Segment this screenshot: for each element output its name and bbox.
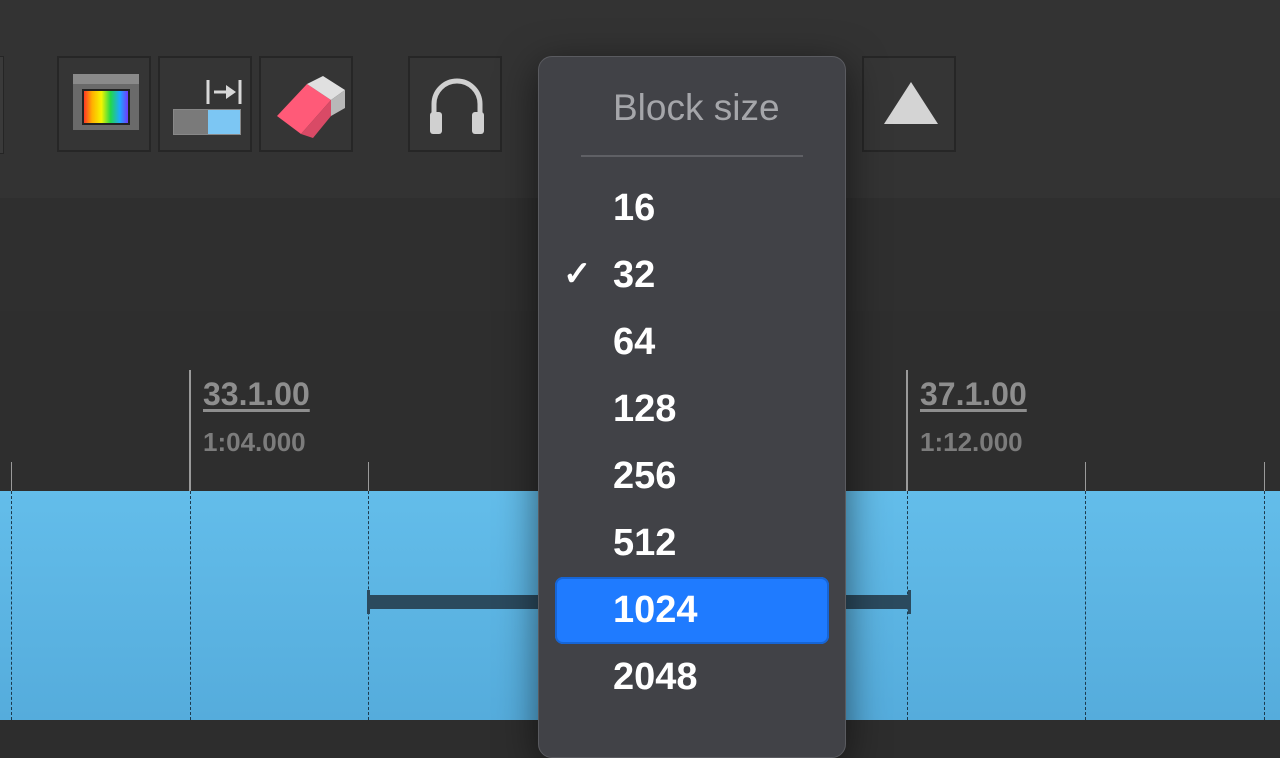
option-label: 512	[613, 522, 677, 564]
block-size-option-16[interactable]: 16	[555, 175, 829, 242]
triangle-button[interactable]	[862, 56, 956, 152]
automation-handle[interactable]	[367, 590, 370, 614]
block-size-dropdown: Block size 16 ✓ 32 64 128 256 512 1024 2…	[538, 56, 846, 758]
bar-position-label: 37.1.00	[920, 376, 1027, 412]
option-label: 2048	[613, 656, 698, 698]
block-size-option-64[interactable]: 64	[555, 309, 829, 376]
time-position-label: 1:04.000	[203, 427, 306, 457]
block-size-option-2048[interactable]: 2048	[555, 644, 829, 711]
toolbar-edge-button[interactable]	[0, 56, 4, 154]
spectrum-icon	[73, 74, 139, 130]
block-size-option-512[interactable]: 512	[555, 510, 829, 577]
grid-line	[190, 491, 191, 720]
option-label: 256	[613, 455, 677, 497]
menu-separator	[581, 155, 803, 157]
headphones-button[interactable]	[408, 56, 502, 152]
align-right-button[interactable]	[158, 56, 252, 152]
headphones-icon	[430, 78, 484, 134]
grid-line	[11, 491, 12, 720]
block-size-option-256[interactable]: 256	[555, 443, 829, 510]
bar-marker-line	[189, 370, 191, 491]
grid-line	[1264, 491, 1265, 720]
option-label: 128	[613, 388, 677, 430]
checkmark-icon: ✓	[563, 255, 592, 293]
eraser-button[interactable]	[259, 56, 353, 152]
align-to-end-icon	[173, 80, 242, 135]
dropdown-header: Block size	[613, 87, 780, 128]
option-label: 32	[613, 254, 656, 296]
block-size-option-128[interactable]: 128	[555, 376, 829, 443]
block-size-option-32[interactable]: ✓ 32	[555, 242, 829, 309]
spectrum-view-button[interactable]	[57, 56, 151, 152]
triangle-up-icon	[884, 82, 938, 124]
automation-handle[interactable]	[908, 590, 911, 614]
time-position-label: 1:12.000	[920, 427, 1023, 457]
ruler-tick	[1085, 462, 1086, 491]
ruler-tick	[368, 462, 369, 491]
bar-marker-line	[906, 370, 908, 491]
option-label: 64	[613, 321, 656, 363]
eraser-icon	[277, 76, 345, 138]
bar-position-label: 33.1.00	[203, 376, 310, 412]
ruler-tick	[11, 462, 12, 491]
ruler-tick	[1264, 462, 1265, 491]
option-label: 1024	[613, 589, 698, 631]
option-label: 16	[613, 187, 656, 229]
block-size-option-1024[interactable]: 1024	[555, 577, 829, 644]
grid-line	[1085, 491, 1086, 720]
